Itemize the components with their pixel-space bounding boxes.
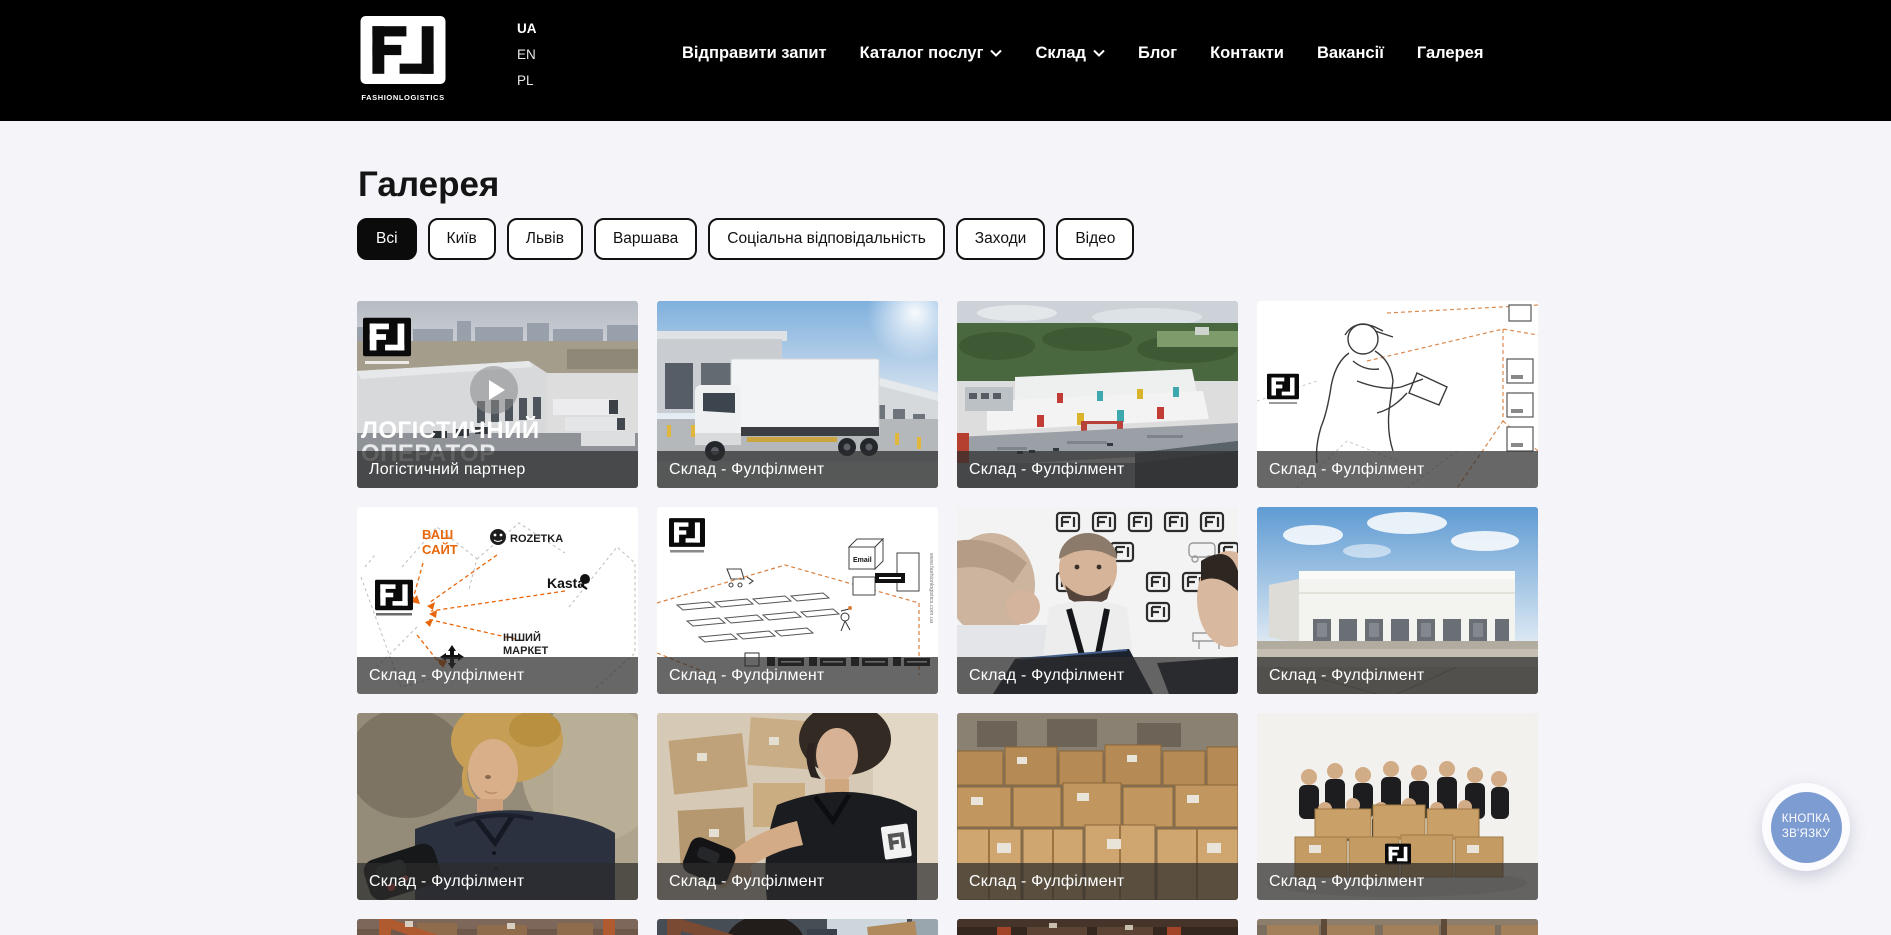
nav-send-request[interactable]: Відправити запит [682,44,827,63]
gallery-card-dark-racks-partial[interactable] [957,919,1238,935]
header: FASHIONLOGISTICS UA EN PL Відправити зап… [0,0,1891,121]
dark-warehouse-photo [957,919,1238,935]
gallery-card-woman-scanner[interactable]: Склад - Фулфілмент [357,713,638,900]
gallery-filters: Всі Київ Львів Варшава Соціальна відпові… [357,218,1134,260]
play-button[interactable] [470,366,518,414]
gallery-card-racks-partial[interactable] [357,919,638,935]
nav-contacts[interactable]: Контакти [1210,44,1284,63]
gallery-card-building[interactable]: Склад - Фулфілмент [1257,507,1538,694]
svg-text:ROZETKA: ROZETKA [510,533,563,545]
card-caption: Склад - Фулфілмент [657,863,938,900]
card-caption: Склад - Фулфілмент [1257,451,1538,488]
lang-en[interactable]: EN [517,46,537,63]
card-caption: Склад - Фулфілмент [657,451,938,488]
gallery-card-meeting[interactable]: Склад - Фулфілмент [957,507,1238,694]
svg-text:www.fashionlogistics.com.ua: www.fashionlogistics.com.ua [928,552,934,624]
card-caption: Склад - Фулфілмент [957,863,1238,900]
nav-blog[interactable]: Блог [1138,44,1177,63]
contact-fab-label: КНОПКА ЗВ'ЯЗКУ [1771,792,1842,863]
nav-gallery[interactable]: Галерея [1417,44,1484,63]
nav-vacancies[interactable]: Вакансії [1317,44,1384,63]
chevron-down-icon [990,49,1002,57]
nav-warehouse[interactable]: Склад [1035,44,1105,63]
card-caption: Склад - Фулфілмент [357,863,638,900]
svg-text:САЙТ: САЙТ [422,542,458,557]
filter-social-responsibility[interactable]: Соціальна відповідальність [708,218,945,260]
lang-ua[interactable]: UA [517,20,537,37]
brand-logo[interactable]: FASHIONLOGISTICS [358,16,448,102]
card-caption: Склад - Фулфілмент [957,657,1238,694]
fl-logo-icon [358,16,448,84]
main-nav: Відправити запит Каталог послуг Склад Бл… [682,0,1483,106]
filter-kyiv[interactable]: Київ [428,218,496,260]
gallery-card-marketplaces-diagram[interactable]: ВАШ САЙТ ROZETKA Kasta ІНШИЙ МАРКЕТ Скла… [357,507,638,694]
filter-warsaw[interactable]: Варшава [594,218,697,260]
warehouse-racks-photo [357,919,638,935]
svg-text:ВАШ: ВАШ [422,527,453,542]
svg-text:Kasta: Kasta [547,575,585,591]
lang-pl[interactable]: PL [517,72,537,89]
chevron-down-icon [1093,49,1105,57]
svg-text:МАРКЕТ: МАРКЕТ [503,645,548,657]
gallery-card-team[interactable]: Склад - Фулфілмент [1257,713,1538,900]
brand-name: FASHIONLOGISTICS [358,93,448,102]
gallery-grid: ЛОГІСТИЧНИЙ ОПЕРАТОР Логістичний партнер [357,301,1538,935]
filter-all[interactable]: Всі [357,218,417,260]
contact-fab[interactable]: КНОПКА ЗВ'ЯЗКУ [1762,783,1850,871]
gallery-page: FASHIONLOGISTICS UA EN PL Відправити зап… [0,0,1891,935]
language-switcher: UA EN PL [517,20,537,89]
page-title: Галерея [358,165,499,205]
gallery-card-worker-partial[interactable] [657,919,938,935]
filter-lviv[interactable]: Львів [507,218,583,260]
gallery-card-boxes-partial[interactable] [1257,919,1538,935]
gallery-card-drawing[interactable]: Склад - Фулфілмент [1257,301,1538,488]
card-caption: Склад - Фулфілмент [357,657,638,694]
filter-video[interactable]: Відео [1056,218,1134,260]
gallery-card-woman-polo[interactable]: Склад - Фулфілмент [657,713,938,900]
worker-carrying-box-photo [657,919,938,935]
gallery-card-boxes[interactable]: Склад - Фулфілмент [957,713,1238,900]
card-caption: Склад - Фулфілмент [657,657,938,694]
card-caption: Логістичний партнер [357,451,638,488]
svg-text:Email: Email [853,557,872,564]
card-caption: Склад - Фулфілмент [1257,863,1538,900]
nav-services-catalog[interactable]: Каталог послуг [860,44,1003,63]
gallery-card-warehouse-scheme[interactable]: Email www.fashionlogistics.com.ua Склад … [657,507,938,694]
svg-text:ІНШИЙ: ІНШИЙ [503,631,541,644]
filter-events[interactable]: Заходи [956,218,1046,260]
gallery-card-video[interactable]: ЛОГІСТИЧНИЙ ОПЕРАТОР Логістичний партнер [357,301,638,488]
gallery-card-truck[interactable]: Склад - Фулфілмент [657,301,938,488]
boxes-racks-photo [1257,919,1538,935]
gallery-card-industrial-park[interactable]: Склад - Фулфілмент [957,301,1238,488]
card-caption: Склад - Фулфілмент [1257,657,1538,694]
card-caption: Склад - Фулфілмент [957,451,1238,488]
